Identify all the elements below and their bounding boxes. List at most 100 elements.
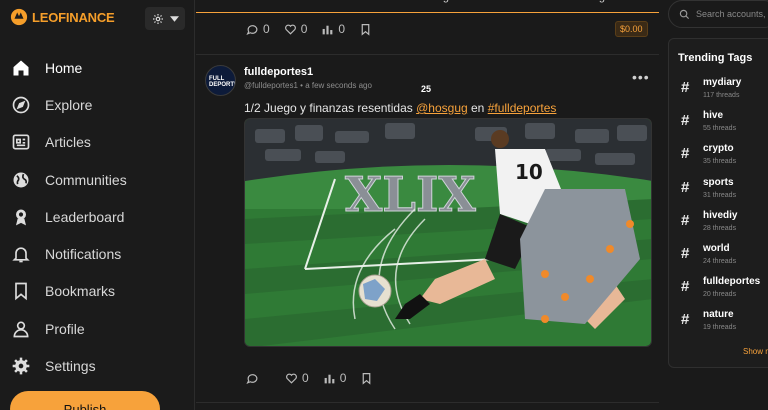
caret-down-icon	[169, 15, 179, 22]
tag-count: 20 threads	[703, 291, 737, 298]
trending-title: Trending Tags	[678, 52, 753, 64]
nav-articles[interactable]: Articles	[0, 124, 195, 161]
right-column: Search accounts, Trending Tags # mydiary…	[660, 0, 768, 410]
publish-button[interactable]: Publish	[10, 391, 160, 410]
nav-home[interactable]: Home	[0, 49, 195, 86]
hashtag-link[interactable]: #fulldeportes	[488, 101, 557, 115]
reputation-badge: 25	[418, 83, 434, 96]
globe-icon	[13, 172, 29, 188]
nav-profile[interactable]: Profile	[0, 310, 195, 347]
post-text: 1/2 Juego y finanzas resentidas @hosgug …	[244, 101, 556, 115]
feed: Latest Trending Following 0 0 0 $0.00 FU…	[196, 0, 659, 410]
xlix-text: XLIX	[345, 167, 476, 223]
hashtag-icon: #	[681, 245, 690, 262]
vote-button[interactable]: 0	[321, 22, 345, 36]
trending-tag[interactable]: # sports 31 threads	[681, 175, 768, 205]
vote-count: 0	[338, 22, 346, 36]
bookmark-button[interactable]	[359, 23, 372, 36]
nav-explore[interactable]: Explore	[0, 86, 195, 123]
compass-icon	[12, 96, 30, 114]
heart-icon	[286, 373, 297, 384]
post-meta: @fulldeportes1 • a few seconds ago	[244, 81, 372, 90]
award-icon	[16, 209, 26, 226]
nav-bookmarks[interactable]: Bookmarks	[0, 273, 195, 310]
tag-count: 19 threads	[703, 324, 737, 331]
nav-label: Articles	[45, 134, 91, 151]
trending-tag[interactable]: # world 24 threads	[681, 241, 768, 271]
nav-communities[interactable]: Communities	[0, 161, 195, 198]
tag-name: hivediy	[703, 210, 738, 221]
nav-label: Communities	[45, 171, 127, 188]
comment-icon	[246, 24, 258, 35]
comment-button[interactable]: 0	[246, 22, 270, 36]
tab-following[interactable]: Following	[505, 0, 659, 12]
leofinance-logo[interactable]: LEOFINANCE	[10, 8, 115, 26]
comment-count: 0	[263, 22, 270, 36]
more-options-icon[interactable]: •••	[632, 69, 650, 85]
like-button[interactable]: 0	[284, 22, 308, 36]
home-icon	[13, 60, 29, 76]
like-count: 0	[300, 22, 308, 36]
heart-icon	[284, 24, 296, 35]
nav-leaderboard[interactable]: Leaderboard	[0, 198, 195, 235]
tab-latest[interactable]: Latest	[196, 0, 350, 12]
avatar[interactable]: FULL DEPORTES	[205, 65, 236, 96]
post-time: a few seconds ago	[305, 81, 372, 90]
tag-count: 28 threads	[703, 225, 737, 232]
nav-label: Explore	[45, 96, 93, 113]
like-button[interactable]: 0	[285, 371, 309, 385]
article-icon	[12, 134, 30, 150]
gear-icon	[12, 357, 30, 375]
nav-settings[interactable]: Settings	[0, 347, 195, 384]
tag-name: sports	[703, 177, 734, 188]
post-text-part: 1/2 Juego y finanzas resentidas	[244, 101, 417, 115]
trending-tag[interactable]: # hive 55 threads	[681, 108, 768, 138]
jersey-number: 10	[515, 160, 543, 184]
nav-label: Settings	[45, 358, 96, 375]
theme-settings-dropdown[interactable]	[145, 7, 185, 30]
tag-name: hive	[703, 110, 724, 121]
sidebar: LEOFINANCE Home Explore Articles Communi…	[0, 0, 195, 410]
bar-chart-icon	[323, 25, 333, 34]
nav-label: Home	[45, 59, 83, 76]
mention-link[interactable]: @hosgug	[416, 101, 468, 115]
tag-name: fulldeportes	[703, 276, 761, 287]
search-placeholder: Search accounts,	[696, 9, 766, 19]
bookmark-button[interactable]	[360, 372, 373, 385]
trending-tag[interactable]: # crypto 35 threads	[681, 141, 768, 171]
tab-trending[interactable]: Trending	[350, 0, 504, 12]
trending-tag[interactable]: # nature 19 threads	[681, 307, 768, 337]
hashtag-icon: #	[681, 79, 690, 96]
post-payout-badge[interactable]: $0.00	[615, 21, 648, 37]
search-input[interactable]: Search accounts,	[668, 0, 768, 28]
tag-name: mydiary	[703, 77, 742, 88]
tag-name: world	[703, 243, 730, 254]
trending-tag[interactable]: # mydiary 117 threads	[681, 75, 768, 105]
post-author[interactable]: fulldeportes1	[244, 66, 313, 78]
show-more-link[interactable]: Show m	[743, 347, 768, 356]
hashtag-icon: #	[681, 278, 690, 295]
tag-name: crypto	[703, 143, 734, 154]
feed-tabs: Latest Trending Following	[196, 0, 659, 13]
trending-tag[interactable]: # hivediy 28 threads	[681, 208, 768, 238]
nav-label: Leaderboard	[45, 208, 125, 225]
nav-notifications[interactable]: Notifications	[0, 235, 195, 272]
trending-tag[interactable]: # fulldeportes 20 threads	[681, 274, 768, 304]
bell-icon	[12, 247, 30, 263]
tag-count: 24 threads	[703, 258, 737, 265]
logo-text: LEOFINANCE	[32, 9, 115, 25]
vote-button[interactable]: 0	[323, 371, 346, 385]
post-divider	[196, 402, 659, 403]
avatar-text: FULL DEPORTES	[209, 76, 235, 88]
hashtag-icon: #	[681, 112, 690, 129]
post-handle[interactable]: @fulldeportes1	[244, 81, 298, 90]
nav-label: Bookmarks	[45, 283, 116, 300]
lion-logo-icon	[10, 8, 28, 26]
hashtag-icon: #	[681, 145, 690, 162]
tag-count: 55 threads	[703, 125, 737, 132]
tag-count: 31 threads	[703, 192, 737, 199]
post-image[interactable]: XLIX 10	[244, 118, 652, 347]
bookmark-icon	[361, 23, 370, 36]
trending-tags-panel: Trending Tags # mydiary 117 threads # hi…	[668, 38, 768, 368]
comment-button[interactable]	[246, 372, 263, 385]
